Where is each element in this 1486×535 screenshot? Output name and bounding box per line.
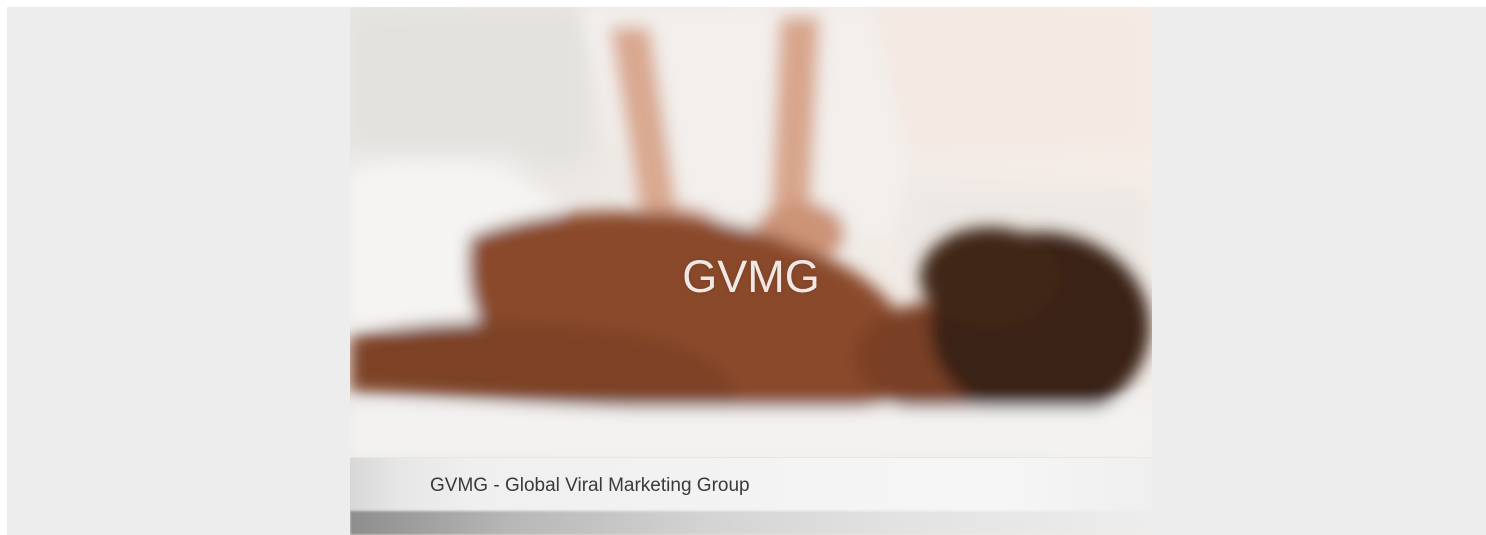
hero-slide[interactable]: GVMG GVMG - Global Viral Marketing Group: [350, 7, 1152, 535]
hero-image: [350, 7, 1152, 457]
hero-title: GVMG: [682, 251, 820, 302]
caption-text[interactable]: GVMG - Global Viral Marketing Group: [430, 475, 750, 497]
caption-bar: GVMG - Global Viral Marketing Group: [350, 457, 1152, 512]
next-slide-preview: [350, 511, 1152, 535]
